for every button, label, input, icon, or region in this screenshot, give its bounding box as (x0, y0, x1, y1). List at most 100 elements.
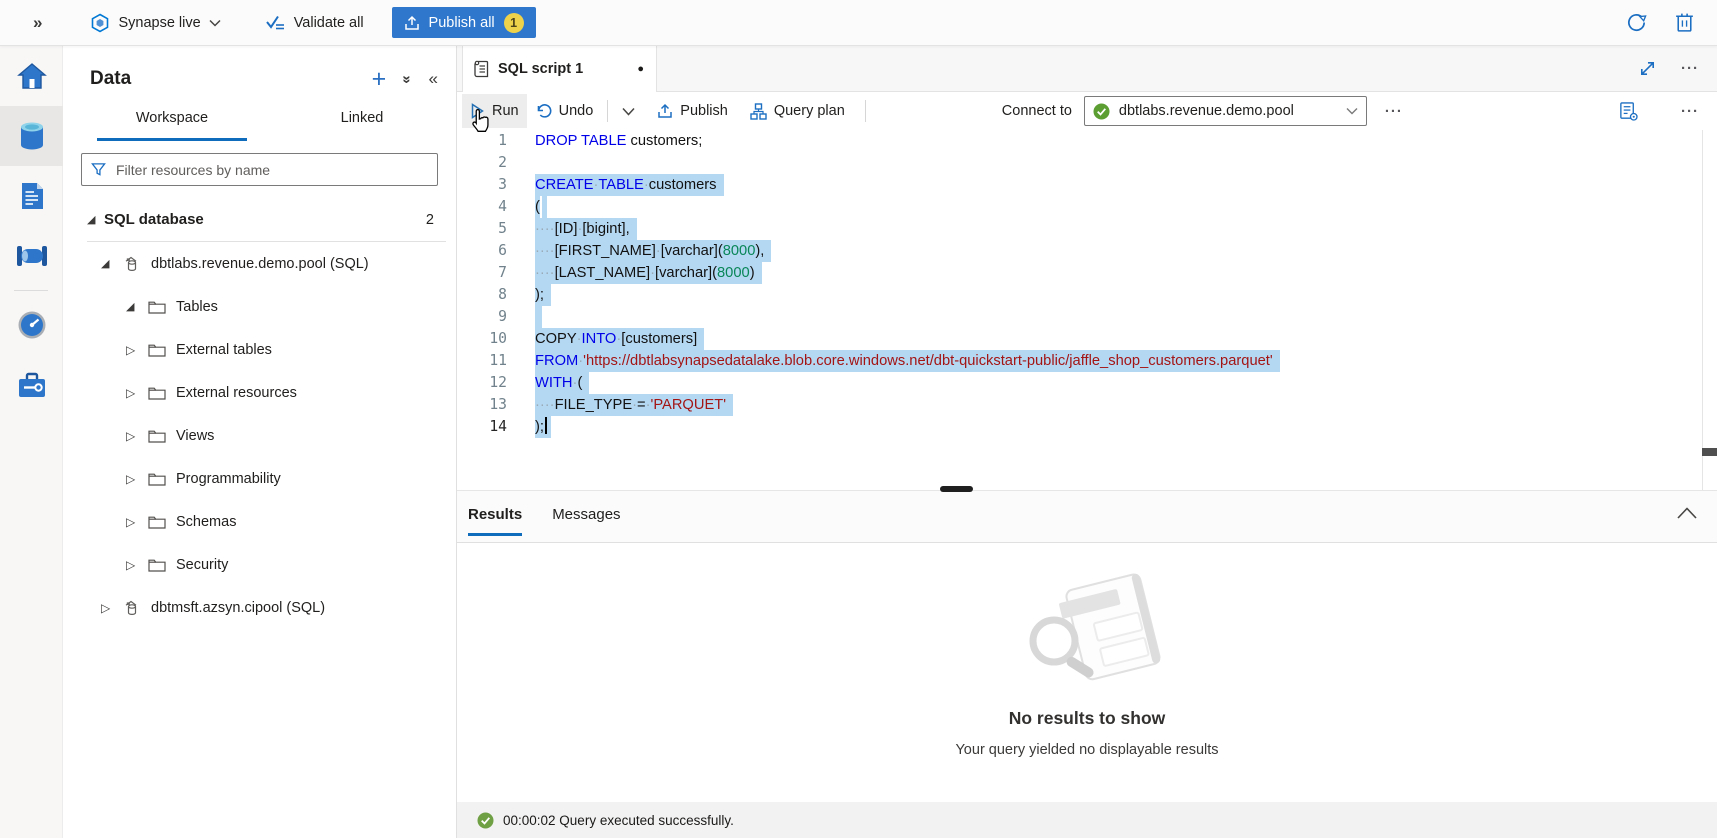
tab-messages[interactable]: Messages (552, 506, 620, 536)
code-line-text: ); (535, 284, 544, 306)
environment-label: Synapse live (118, 15, 200, 31)
tab-results[interactable]: Results (468, 506, 522, 536)
code-line-text: ····[LAST_NAME]·[varchar](8000) (535, 262, 755, 284)
code-line: 1DROP TABLE customers; (457, 130, 1717, 152)
code-line: 9 (457, 306, 1717, 328)
nav-develop[interactable] (0, 166, 63, 226)
nav-manage[interactable] (0, 355, 63, 415)
tree-item[interactable]: ◢SQL database2 (63, 198, 456, 241)
nav-data[interactable] (0, 106, 63, 166)
expanded-expander-icon[interactable]: ◢ (126, 300, 143, 313)
collapse-panel-icon[interactable]: « (429, 69, 438, 89)
query-plan-button[interactable]: Query plan (742, 94, 853, 128)
tree-item[interactable]: ▷Views (63, 414, 456, 457)
collapsed-expander-icon[interactable]: ▷ (126, 343, 143, 357)
editor-scrollbar[interactable] (1702, 130, 1717, 490)
script-toolbar: Run Undo Publis (457, 92, 1717, 130)
results-panel-body: No results to show Your query yielded no… (457, 543, 1717, 802)
document-tab-bar: SQL script 1 ● ··· (457, 46, 1717, 92)
publish-label: Publish (680, 103, 728, 119)
no-results-illustration (1002, 563, 1172, 689)
collapse-all-icon[interactable]: » (399, 75, 416, 83)
collapsed-expander-icon[interactable]: ▷ (126, 472, 143, 486)
chevron-down-icon (622, 107, 635, 116)
expand-menu-icon[interactable]: » (33, 13, 42, 33)
sql-code-editor[interactable]: 1DROP TABLE customers;23CREATE·TABLE·cus… (457, 130, 1717, 490)
filter-resources-input[interactable] (114, 161, 428, 179)
code-line: 11FROM·'https://dbtlabsynapsedatalake.bl… (457, 350, 1717, 372)
tree-item[interactable]: ▷Schemas (63, 500, 456, 543)
add-resource-icon[interactable]: + (372, 70, 387, 88)
collapsed-expander-icon[interactable]: ▷ (126, 515, 143, 529)
pipeline-icon (16, 243, 48, 269)
validate-check-icon (265, 14, 286, 32)
publish-upload-icon (657, 103, 673, 119)
tree-item-label: Programmability (176, 471, 281, 487)
tree-item[interactable]: ▷ Programmability (63, 457, 456, 500)
upload-icon (404, 15, 420, 31)
tree-item[interactable]: ▷dbtmsft.azsyn.cipool (SQL) (63, 586, 456, 629)
nav-home[interactable] (0, 46, 63, 106)
code-line: 12WITH·( (457, 372, 1717, 394)
line-number: 11 (457, 350, 507, 372)
text-cursor (545, 417, 547, 434)
code-line-text (535, 306, 542, 328)
undo-redo-dropdown[interactable] (614, 94, 643, 128)
query-plan-icon (750, 103, 767, 120)
collapsed-expander-icon[interactable]: ▷ (126, 386, 143, 400)
tab-workspace[interactable]: Workspace (97, 110, 247, 141)
sql-pool-icon (123, 255, 141, 273)
results-resize-handle[interactable] (940, 486, 973, 492)
code-line-text: ····[ID]·[bigint], (535, 218, 630, 240)
expanded-expander-icon[interactable]: ◢ (101, 257, 118, 270)
synapse-studio-window: » Synapse live Validate all (0, 0, 1717, 838)
tree-item[interactable]: ◢dbtlabs.revenue.demo.pool (SQL) (63, 242, 456, 285)
script-properties-icon[interactable] (1618, 101, 1639, 122)
validate-all-button[interactable]: Validate all (265, 14, 364, 32)
scrollbar-thumb[interactable] (1702, 448, 1717, 456)
environment-selector[interactable]: Synapse live (90, 13, 220, 33)
unsaved-changes-dot: ● (637, 63, 644, 75)
toolbar-more-actions-icon[interactable]: ··· (1385, 103, 1403, 120)
code-line: 3CREATE·TABLE·customers (457, 174, 1717, 196)
collapsed-expander-icon[interactable]: ▷ (101, 601, 118, 615)
tree-item[interactable]: ▷ External resources (63, 371, 456, 414)
tree-item-label: External resources (176, 385, 297, 401)
filter-resources-box[interactable] (81, 153, 438, 186)
expand-editor-icon[interactable] (1638, 59, 1657, 78)
line-number: 12 (457, 372, 507, 394)
tab-linked[interactable]: Linked (287, 110, 437, 141)
code-line: 10COPY·INTO·[customers] (457, 328, 1717, 350)
line-number: 4 (457, 196, 507, 218)
toolbar-separator (607, 100, 608, 122)
code-line: 7····[LAST_NAME]·[varchar](8000) (457, 262, 1717, 284)
connect-to-pool-dropdown[interactable]: dbtlabs.revenue.demo.pool (1084, 96, 1367, 126)
undo-icon (535, 103, 552, 119)
discard-trash-icon[interactable] (1674, 11, 1695, 34)
run-label: Run (492, 103, 519, 119)
line-number: 13 (457, 394, 507, 416)
collapsed-expander-icon[interactable]: ▷ (126, 558, 143, 572)
tree-item[interactable]: ◢Tables (63, 285, 456, 328)
toolbar-overflow-icon[interactable]: ··· (1681, 103, 1699, 120)
tree-item-count: 2 (426, 212, 434, 228)
results-panel-header: Results Messages (457, 490, 1717, 543)
query-status-bar: 00:00:02 Query executed successfully. (457, 802, 1717, 838)
publish-button[interactable]: Publish (649, 94, 736, 128)
tab-more-actions-icon[interactable]: ··· (1681, 60, 1699, 77)
run-button[interactable]: Run (462, 94, 527, 128)
panel-title: Data (90, 68, 131, 90)
collapse-results-chevron-icon[interactable] (1676, 506, 1698, 520)
nav-monitor[interactable] (0, 295, 63, 355)
document-icon (19, 181, 45, 211)
connected-status-icon (1093, 103, 1110, 120)
undo-button[interactable]: Undo (527, 94, 602, 128)
tree-item[interactable]: ▷External tables (63, 328, 456, 371)
publish-all-button[interactable]: Publish all 1 (392, 7, 536, 38)
tree-item[interactable]: ▷Security (63, 543, 456, 586)
expanded-expander-icon[interactable]: ◢ (87, 213, 104, 226)
nav-integrate[interactable] (0, 226, 63, 286)
collapsed-expander-icon[interactable]: ▷ (126, 429, 143, 443)
refresh-icon[interactable] (1625, 11, 1648, 34)
tab-sql-script-1[interactable]: SQL script 1 ● (462, 46, 657, 92)
